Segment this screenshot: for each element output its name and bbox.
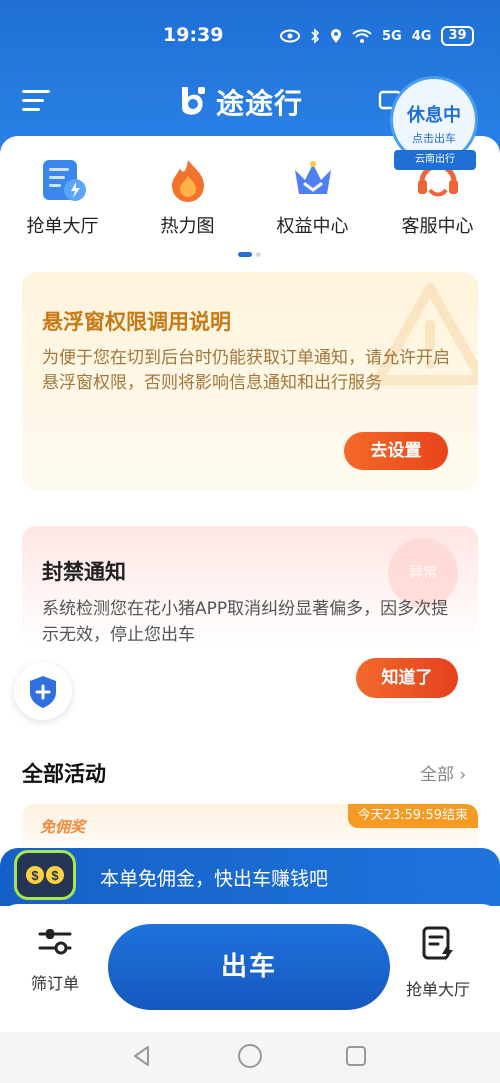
acknowledge-button[interactable]: 知道了: [356, 658, 458, 698]
status-bar: 19:39 5G 4G 39: [0, 0, 500, 70]
wifi-icon: [352, 29, 372, 43]
back-triangle-icon[interactable]: [130, 1044, 154, 1068]
location-icon: [331, 29, 341, 43]
flame-icon: [164, 156, 212, 204]
ban-notice-title: 封禁通知: [42, 560, 126, 584]
home-circle-icon[interactable]: [238, 1044, 262, 1068]
filter-orders-label: 筛订单: [30, 974, 79, 993]
go-settings-button[interactable]: 去设置: [344, 432, 448, 470]
rest-status-title: 休息中: [407, 105, 461, 126]
float-permission-title: 悬浮窗权限调用说明: [42, 310, 231, 334]
activity-deadline: 今天23:59:59结束: [347, 804, 478, 828]
safety-shield-button[interactable]: [14, 662, 72, 720]
rest-status-badge[interactable]: 休息中 点击出车 云南出行: [386, 76, 482, 172]
app-logo: 途途行: [176, 82, 303, 122]
shield-icon: [30, 676, 56, 708]
activity-tag: 免佣奖: [40, 818, 86, 836]
filter-orders-button[interactable]: 筛订单: [22, 926, 88, 994]
order-hall-icon: [422, 926, 453, 961]
app-title: 途途行: [216, 87, 304, 120]
float-permission-description: 为便于您在切到后台时仍能获取订单通知，请允许开启悬浮窗权限，否则将影响信息通知和…: [42, 348, 450, 393]
recent-apps-icon[interactable]: [346, 1046, 366, 1066]
rest-status-subtitle: 点击出车: [412, 132, 456, 145]
menu-line: [22, 99, 44, 102]
battery-indicator: 39: [441, 26, 474, 46]
ban-notice-card: 异常 封禁通知 系统检测您在花小猪APP取消纠纷显著偏多，因多次提示无效，停止您…: [22, 526, 478, 726]
svg-text:$: $: [51, 868, 59, 883]
filter-sliders-icon: [38, 929, 72, 955]
eye-icon: [280, 29, 300, 43]
quick-action-heatmap[interactable]: 热力图: [125, 156, 250, 238]
system-nav-bar: [0, 1032, 500, 1083]
quick-action-label: 客服中心: [401, 216, 474, 237]
menu-icon[interactable]: [22, 90, 50, 112]
status-time: 19:39: [163, 24, 224, 46]
ban-notice-description: 系统检测您在花小猪APP取消纠纷显著偏多，因多次提示无效，停止您出车: [42, 599, 449, 645]
promo-text: 本单免佣金，快出车赚钱吧: [100, 868, 329, 890]
svg-text:$: $: [31, 868, 39, 883]
view-all-label: 全部: [420, 765, 454, 785]
quick-action-benefits[interactable]: 权益中心: [250, 156, 375, 238]
activities-title: 全部活动: [22, 762, 106, 786]
carousel-dots: [238, 252, 261, 257]
status-icons: 5G 4G 39: [280, 26, 474, 46]
quick-action-label: 热力图: [160, 216, 215, 237]
crown-icon: [289, 156, 337, 204]
grab-order-hall-label: 抢单大厅: [405, 980, 470, 999]
carousel-dot-active: [238, 252, 252, 257]
activities-view-all[interactable]: 全部 ›: [420, 760, 466, 785]
signal-5g: 5G: [382, 28, 402, 44]
start-driving-button[interactable]: 出车: [108, 924, 390, 1010]
menu-line: [22, 90, 50, 93]
quick-action-order-hall[interactable]: 抢单大厅: [0, 156, 125, 238]
order-document-icon: [39, 156, 87, 204]
coin-icon: $ $: [14, 850, 76, 900]
grab-order-hall-button[interactable]: 抢单大厅: [400, 926, 476, 1000]
chevron-right-icon: ›: [459, 765, 467, 785]
float-permission-card: 悬浮窗权限调用说明 为便于您在切到后台时仍能获取订单通知，请允许开启悬浮窗权限，…: [22, 272, 478, 490]
menu-line: [22, 108, 40, 111]
app-logo-icon: [182, 87, 205, 115]
quick-action-label: 权益中心: [276, 216, 349, 237]
quick-action-label: 抢单大厅: [26, 216, 99, 237]
bottom-bar: 筛订单 出车 抢单大厅: [0, 904, 500, 1032]
rest-status-tag: 云南出行: [394, 150, 476, 170]
signal-4g: 4G: [411, 28, 432, 44]
bluetooth-icon: [311, 28, 320, 44]
carousel-dot: [256, 252, 261, 257]
